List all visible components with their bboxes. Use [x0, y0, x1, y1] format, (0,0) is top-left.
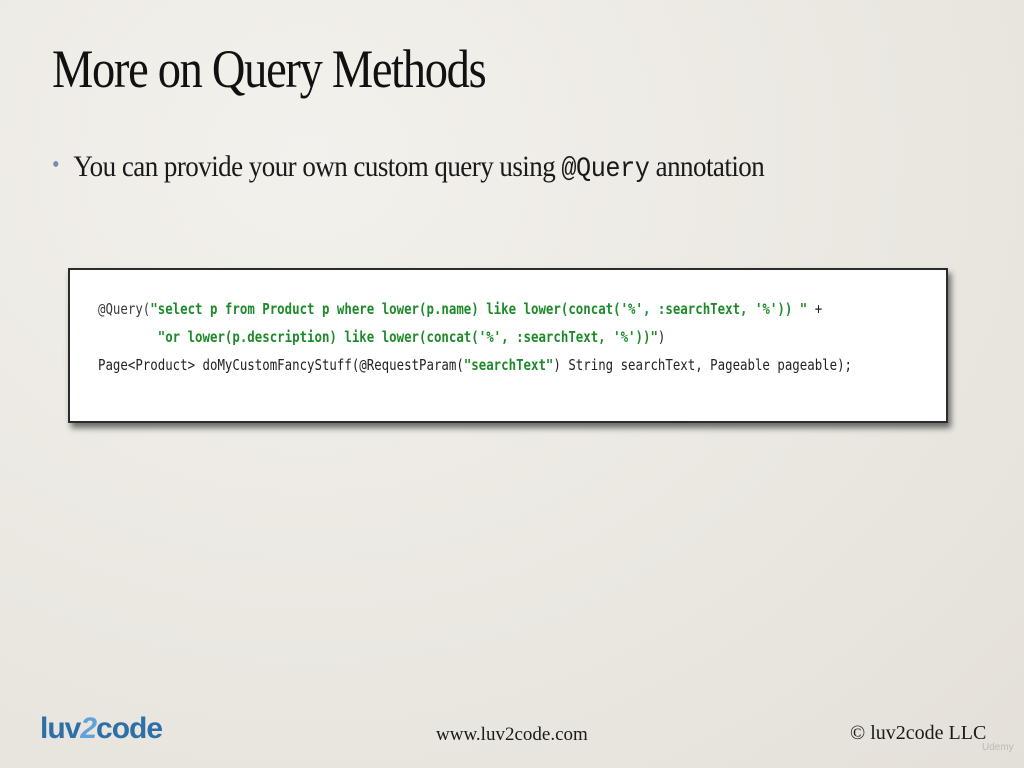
- code-line-1: @Query("select p from Product p where lo…: [98, 300, 822, 318]
- bullet-text-before: You can provide your own custom query us…: [73, 150, 562, 183]
- bullet-text-after: annotation: [649, 150, 765, 183]
- bullet-item: • You can provide your own custom query u…: [52, 150, 765, 185]
- code-line-3: Page<Product> doMyCustomFancyStuff(@Requ…: [98, 356, 852, 374]
- logo-part-code: code: [96, 712, 163, 745]
- code-snippet-box: @Query("select p from Product p where lo…: [68, 268, 948, 423]
- bullet-code: @Query: [561, 154, 650, 185]
- code-plain: ): [657, 328, 666, 346]
- code-string: "searchText": [463, 356, 554, 374]
- udemy-watermark: Udemy: [982, 742, 1014, 753]
- luv2code-logo: luv2code: [40, 712, 163, 746]
- code-line-2: "or lower(p.description) like lower(conc…: [98, 328, 666, 346]
- code-plain: +: [807, 300, 823, 318]
- logo-part-two: 2: [80, 712, 97, 745]
- logo-part-luv: luv: [40, 712, 81, 745]
- code-annotation: @Query(: [98, 300, 151, 318]
- bullet-dot: •: [52, 152, 60, 178]
- code-string: "or lower(p.description) like lower(conc…: [157, 328, 658, 346]
- footer-url[interactable]: www.luv2code.com: [436, 724, 588, 746]
- footer-copyright: © luv2code LLC: [850, 722, 987, 744]
- code-string: "select p from Product p where lower(p.n…: [150, 300, 808, 318]
- code-plain: Page<Product> doMyCustomFancyStuff(@Requ…: [98, 356, 464, 374]
- slide-title: More on Query Methods: [52, 39, 487, 99]
- code-plain: ) String searchText, Pageable pageable);: [553, 356, 853, 374]
